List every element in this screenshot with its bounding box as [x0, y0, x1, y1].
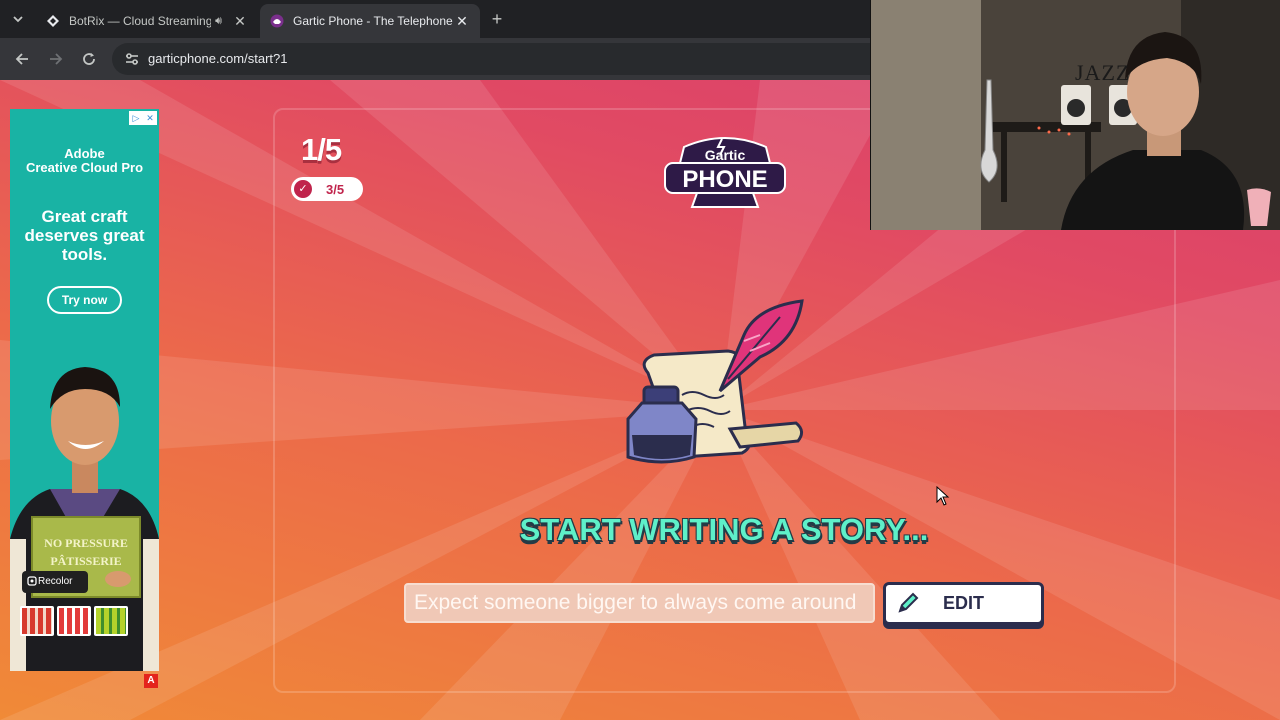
- prompt-title: START WRITING A STORY...: [519, 512, 929, 547]
- ad-choices[interactable]: ▷ ✕: [129, 111, 157, 125]
- logo-text-top: Gartic: [705, 147, 746, 163]
- color-swatches: [20, 606, 128, 636]
- tab-search-button[interactable]: [6, 7, 30, 31]
- new-tab-plus-icon[interactable]: +: [487, 9, 507, 29]
- logo-text-bottom: PHONE: [682, 166, 767, 193]
- edit-button-label: EDIT: [942, 593, 984, 613]
- ad-choices-icon[interactable]: ▷: [129, 111, 143, 125]
- reload-icon[interactable]: [78, 48, 100, 70]
- ad-product-text2: PÂTISSERIE: [50, 554, 121, 568]
- recolor-icon: [27, 576, 37, 586]
- tab-title: Gartic Phone - The Telephone Game: [293, 14, 454, 28]
- botrix-favicon-icon: [46, 14, 60, 28]
- recolor-label: Recolor: [38, 576, 73, 587]
- address-bar[interactable]: garticphone.com/start?1: [112, 43, 912, 75]
- webcam-feed-image: [871, 0, 1280, 230]
- recolor-chip[interactable]: Recolor: [22, 571, 88, 593]
- adobe-logo-icon: A: [144, 674, 158, 688]
- close-tab-icon[interactable]: ✕: [232, 13, 248, 30]
- webcam-wall-text: JAZZ: [1075, 60, 1131, 85]
- players-done-count: 3/5: [326, 181, 345, 197]
- ad-close-icon[interactable]: ✕: [143, 111, 157, 125]
- webcam-overlay: JAZZ: [870, 0, 1280, 230]
- ad-product-text1: NO PRESSURE: [44, 536, 128, 550]
- tab-botrix[interactable]: BotRix — Cloud Streaming Bot 🔊︎ ✕: [36, 4, 258, 38]
- ad-headline: Great craft deserves great tools.: [24, 207, 145, 264]
- swatch-red-stripes[interactable]: [20, 606, 54, 636]
- back-arrow-icon[interactable]: [11, 48, 33, 70]
- ad-brand-line1: Adobe: [64, 146, 105, 161]
- site-info-icon[interactable]: [124, 51, 140, 67]
- players-done-badge: ✓ 3/5: [291, 177, 363, 201]
- story-input[interactable]: [404, 583, 875, 623]
- forward-arrow-icon[interactable]: [45, 48, 67, 70]
- ad-try-now-button[interactable]: Try now: [47, 286, 122, 314]
- tab-gartic-phone[interactable]: Gartic Phone - The Telephone Game ✕: [260, 4, 480, 38]
- edit-button[interactable]: EDIT: [883, 582, 1044, 625]
- gartic-phone-logo: Gartic PHONE: [664, 137, 786, 208]
- mouse-cursor-icon: [936, 486, 950, 506]
- close-tab-icon[interactable]: ✕: [454, 13, 470, 30]
- swatch-red-white[interactable]: [57, 606, 91, 636]
- adobe-ad-banner[interactable]: ▷ ✕ Adobe Creative Cloud Pro Great craft…: [10, 109, 159, 671]
- chevron-down-icon: [13, 16, 23, 23]
- check-icon: ✓: [294, 180, 312, 198]
- swatch-green[interactable]: [94, 606, 128, 636]
- url-text: garticphone.com/start?1: [148, 51, 288, 66]
- gartic-favicon-icon: [270, 14, 284, 28]
- quill-scroll-inkwell-illustration: [626, 299, 804, 464]
- speaker-icon[interactable]: 🔊︎: [215, 15, 222, 28]
- pencil-icon: [898, 592, 919, 613]
- tab-title: BotRix — Cloud Streaming Bot: [69, 14, 212, 28]
- round-counter: 1/5: [301, 132, 342, 167]
- ad-brand: Adobe Creative Cloud Pro: [10, 147, 159, 175]
- ad-brand-line2: Creative Cloud Pro: [25, 160, 144, 175]
